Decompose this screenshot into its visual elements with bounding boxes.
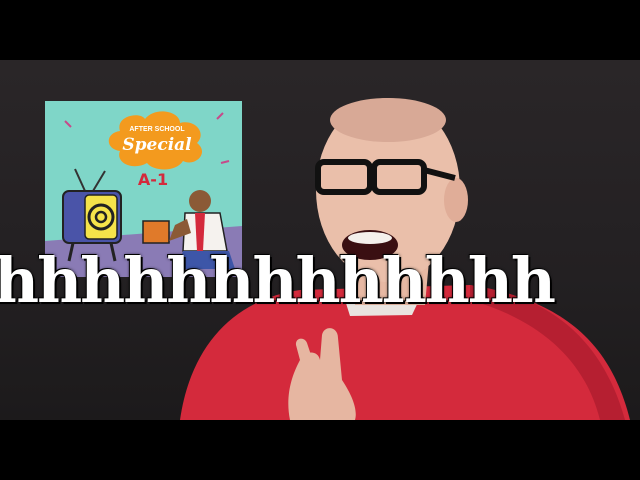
caption-text: hhhhhhhhhhhhh (0, 246, 556, 316)
letterbox-bottom (0, 420, 640, 480)
video-frame: AFTER SCHOOL Special A-1 hhhhhhhhhhhhh (0, 60, 640, 420)
caption-overlay: hhhhhhhhhhhhh (0, 246, 640, 316)
logo-title-line2: Special (122, 135, 192, 155)
album-subtitle: A-1 (138, 170, 168, 189)
boombox (142, 220, 170, 244)
letterbox-top (0, 0, 640, 60)
logo-title-line1: AFTER SCHOOL (129, 126, 185, 133)
